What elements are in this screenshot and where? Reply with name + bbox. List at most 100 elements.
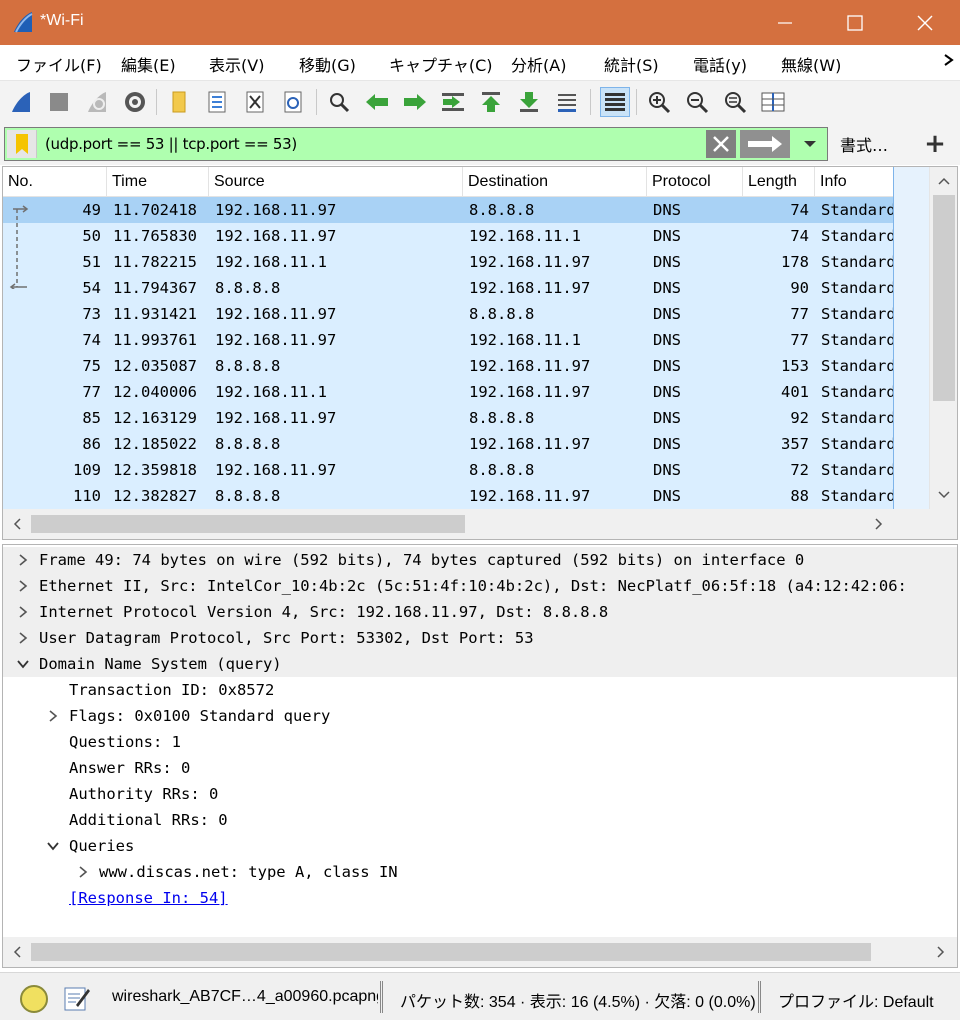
- column-protocol[interactable]: Protocol: [647, 167, 743, 197]
- go-forward-icon[interactable]: [400, 87, 430, 117]
- menu-view[interactable]: 表示(V): [209, 52, 264, 76]
- detail-tree-row[interactable]: Internet Protocol Version 4, Src: 192.16…: [3, 599, 957, 625]
- scroll-up-icon[interactable]: [934, 171, 954, 191]
- close-file-icon[interactable]: [240, 87, 270, 117]
- expert-info-icon[interactable]: [20, 985, 48, 1013]
- colorize-icon[interactable]: [600, 87, 630, 117]
- packet-row[interactable]: 77 12.040006 192.168.11.1 192.168.11.97 DNS 4…: [3, 379, 893, 405]
- menu-statistics[interactable]: 統計(S): [604, 52, 659, 76]
- folder-open-icon[interactable]: [164, 87, 194, 117]
- packet-row[interactable]: 51 11.782215 192.168.11.1 192.168.11.97 DNS 1…: [3, 249, 893, 275]
- detail-tree-row[interactable]: Additional RRs: 0: [3, 807, 957, 833]
- detail-tree-row[interactable]: Answer RRs: 0: [3, 755, 957, 781]
- zoom-out-icon[interactable]: [682, 87, 712, 117]
- stop-square-icon[interactable]: [44, 87, 74, 117]
- close-button[interactable]: [890, 0, 960, 45]
- detail-tree-row[interactable]: Queries: [3, 833, 957, 859]
- column-time[interactable]: Time: [107, 167, 209, 197]
- column-info[interactable]: Info: [815, 167, 893, 197]
- packet-row[interactable]: 54 11.794367 8.8.8.8 192.168.11.97 DNS 90 Stan…: [3, 275, 893, 301]
- shark-fin-start-icon[interactable]: [6, 87, 36, 117]
- packet-row[interactable]: 74 11.993761 192.168.11.97 192.168.11.1 DNS 7…: [3, 327, 893, 353]
- resize-columns-icon[interactable]: [758, 87, 788, 117]
- scroll-left-icon[interactable]: [7, 514, 27, 534]
- packet-row[interactable]: 75 12.035087 8.8.8.8 192.168.11.97 DNS 153 Sta…: [3, 353, 893, 379]
- response-link[interactable]: [Response In: 54]: [69, 885, 228, 911]
- go-first-icon[interactable]: [476, 87, 506, 117]
- packet-cell-info: Standard: [821, 435, 893, 453]
- column-length[interactable]: Length: [743, 167, 815, 197]
- maximize-button[interactable]: [820, 0, 890, 45]
- find-magnifier-icon[interactable]: [324, 87, 354, 117]
- expand-chevron-icon[interactable]: [13, 599, 33, 625]
- detail-tree-row[interactable]: User Datagram Protocol, Src Port: 53302,…: [3, 625, 957, 651]
- filter-apply-button[interactable]: [740, 130, 790, 158]
- go-last-icon[interactable]: [514, 87, 544, 117]
- packet-list-vscroll[interactable]: [929, 167, 957, 509]
- capture-comment-icon[interactable]: [62, 983, 92, 1013]
- go-back-icon[interactable]: [362, 87, 392, 117]
- packet-row[interactable]: 50 11.765830 192.168.11.97 192.168.11.1 DNS 7…: [3, 223, 893, 249]
- detail-tree-row[interactable]: www.discas.net: type A, class IN: [3, 859, 957, 885]
- collapse-chevron-icon[interactable]: [13, 651, 33, 677]
- filter-expression-button[interactable]: 書式…: [840, 132, 888, 156]
- menu-file[interactable]: ファイル(F): [16, 52, 102, 76]
- filter-clear-button[interactable]: [706, 130, 736, 158]
- detail-tree-row[interactable]: Questions: 1: [3, 729, 957, 755]
- detail-tree-row[interactable]: Transaction ID: 0x8572: [3, 677, 957, 703]
- menu-edit[interactable]: 編集(E): [121, 52, 176, 76]
- column-destination[interactable]: Destination: [463, 167, 647, 197]
- zoom-normal-icon[interactable]: [720, 87, 750, 117]
- menu-capture[interactable]: キャプチャ(C): [389, 52, 493, 76]
- packet-cell-len: 178: [781, 253, 809, 271]
- zoom-in-icon[interactable]: [644, 87, 674, 117]
- restart-shark-icon[interactable]: [82, 87, 112, 117]
- gear-options-icon[interactable]: [120, 87, 150, 117]
- detail-tree-row[interactable]: Domain Name System (query): [3, 651, 957, 677]
- packet-cell-src: 8.8.8.8: [215, 357, 281, 375]
- collapse-chevron-icon[interactable]: [43, 833, 63, 859]
- detail-tree-row[interactable]: Authority RRs: 0: [3, 781, 957, 807]
- scroll-down-icon[interactable]: [934, 485, 954, 505]
- expand-chevron-icon[interactable]: [13, 625, 33, 651]
- scroll-right-icon[interactable]: [931, 942, 951, 962]
- menu-analyze[interactable]: 分析(A): [511, 52, 566, 76]
- expand-chevron-icon[interactable]: [13, 573, 33, 599]
- expand-chevron-icon[interactable]: [43, 703, 63, 729]
- save-file-icon[interactable]: [202, 87, 232, 117]
- add-filter-button[interactable]: +: [918, 127, 952, 161]
- packet-row[interactable]: 49 11.702418 192.168.11.97 8.8.8.8 DNS 74 Stan…: [3, 197, 893, 223]
- detail-tree-row[interactable]: Ethernet II, Src: IntelCor_10:4b:2c (5c:…: [3, 573, 957, 599]
- go-to-packet-icon[interactable]: [438, 87, 468, 117]
- expand-chevron-icon[interactable]: [73, 859, 93, 885]
- filter-history-dropdown[interactable]: [795, 130, 825, 158]
- detail-tree-row[interactable]: Frame 49: 74 bytes on wire (592 bits), 7…: [3, 547, 957, 573]
- menu-overflow-icon[interactable]: [944, 54, 954, 70]
- packet-row[interactable]: 110 12.382827 8.8.8.8 192.168.11.97 DNS 88 Sta…: [3, 483, 893, 509]
- detail-tree-row[interactable]: [Response In: 54]: [3, 885, 957, 911]
- minimize-button[interactable]: [750, 0, 820, 45]
- packet-row[interactable]: 73 11.931421 192.168.11.97 8.8.8.8 DNS 77 Stan…: [3, 301, 893, 327]
- menu-wireless[interactable]: 無線(W): [781, 52, 841, 76]
- auto-scroll-icon[interactable]: [552, 87, 582, 117]
- horizontal-scroll-thumb[interactable]: [31, 943, 871, 961]
- menu-telephony[interactable]: 電話(y): [693, 52, 747, 76]
- packet-row[interactable]: 86 12.185022 8.8.8.8 192.168.11.97 DNS 357 Sta…: [3, 431, 893, 457]
- packet-list-hscroll[interactable]: [3, 509, 957, 539]
- menu-go[interactable]: 移動(G): [299, 52, 356, 76]
- expand-chevron-icon[interactable]: [13, 547, 33, 573]
- vertical-scroll-thumb[interactable]: [933, 195, 955, 401]
- packet-row[interactable]: 85 12.163129 192.168.11.97 8.8.8.8 DNS 92 Stan…: [3, 405, 893, 431]
- packet-row[interactable]: 109 12.359818 192.168.11.97 8.8.8.8 DNS 72 Sta…: [3, 457, 893, 483]
- profile-status[interactable]: プロファイル: Default: [778, 988, 934, 1012]
- details-hscroll[interactable]: [3, 937, 957, 967]
- detail-tree-row[interactable]: Flags: 0x0100 Standard query: [3, 703, 957, 729]
- scroll-right-icon[interactable]: [869, 514, 889, 534]
- scroll-left-icon[interactable]: [7, 942, 27, 962]
- column-source[interactable]: Source: [209, 167, 463, 197]
- reload-icon[interactable]: [278, 87, 308, 117]
- horizontal-scroll-thumb[interactable]: [31, 515, 465, 533]
- filter-bookmark-button[interactable]: [7, 130, 37, 158]
- column-no[interactable]: No.: [3, 167, 107, 197]
- display-filter-input[interactable]: [43, 130, 703, 158]
